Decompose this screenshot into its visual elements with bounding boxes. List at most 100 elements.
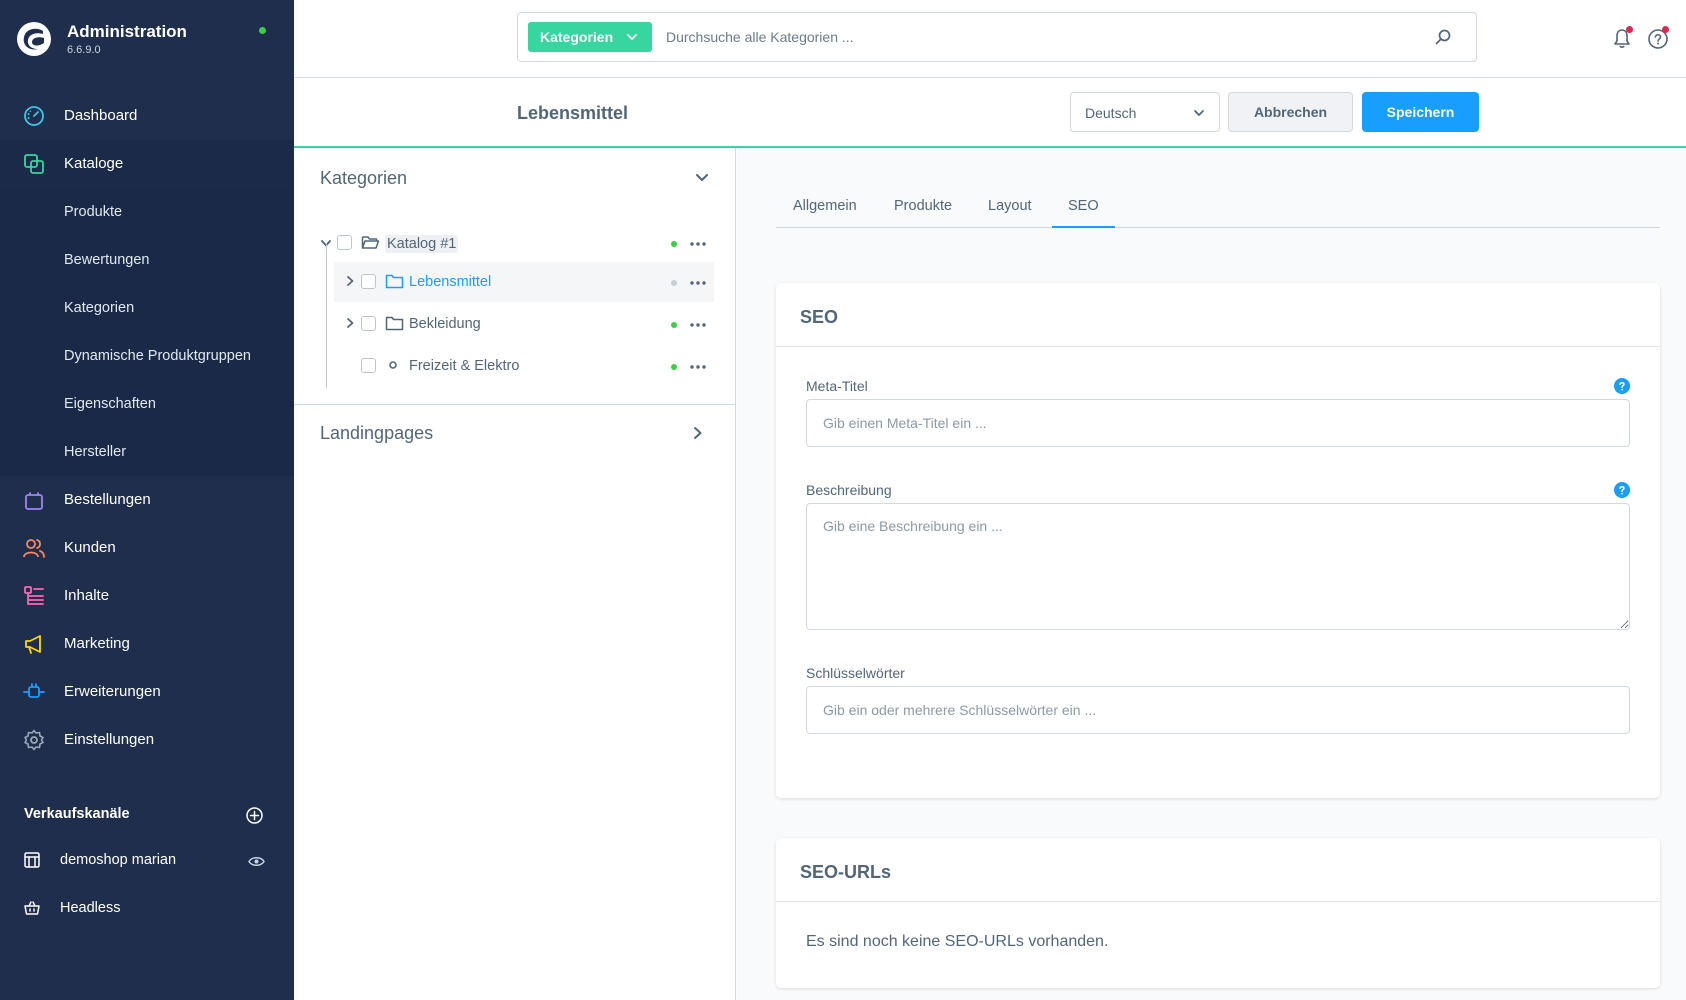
tree-checkbox[interactable] bbox=[361, 358, 376, 373]
chevron-down-icon bbox=[696, 174, 708, 181]
sales-channel-label: demoshop marian bbox=[60, 852, 177, 868]
dashboard-gauge-icon bbox=[24, 106, 44, 126]
tree-item-root[interactable]: Katalog #1 bbox=[320, 224, 714, 264]
nav-item-marketing[interactable]: Marketing bbox=[0, 620, 294, 668]
status-inactive-dot bbox=[671, 280, 677, 286]
description-textarea[interactable] bbox=[806, 503, 1630, 630]
status-active-dot bbox=[671, 364, 677, 370]
sales-channels-heading: Verkaufskanäle bbox=[24, 806, 130, 822]
categories-panel-header[interactable]: Kategorien bbox=[294, 148, 736, 208]
card-divider bbox=[776, 346, 1660, 347]
nav-label-bestellungen: Bestellungen bbox=[64, 491, 151, 508]
keywords-input[interactable] bbox=[806, 686, 1630, 734]
catalog-icon bbox=[24, 154, 44, 174]
nav-sub-produkte[interactable]: Produkte bbox=[64, 204, 122, 220]
shopware-logo-icon bbox=[17, 22, 51, 56]
nav-label-erweiterungen: Erweiterungen bbox=[64, 683, 161, 700]
language-select[interactable]: Deutsch bbox=[1070, 92, 1220, 132]
basket-icon bbox=[24, 901, 40, 915]
help-tooltip-icon[interactable] bbox=[1614, 378, 1630, 394]
leaf-node-icon bbox=[389, 361, 397, 369]
page-title: Lebensmittel bbox=[517, 103, 629, 123]
gear-icon bbox=[24, 729, 44, 751]
detail-tabs: Allgemein Produkte Layout SEO bbox=[776, 186, 1660, 228]
chevron-right-icon[interactable] bbox=[344, 275, 356, 287]
more-options-icon[interactable] bbox=[690, 281, 706, 285]
nav-sub-dynamische-produktgruppen[interactable]: Dynamische Produktgruppen bbox=[64, 348, 251, 364]
main-content: Allgemein Produkte Layout SEO SEO Meta-T… bbox=[737, 148, 1686, 1000]
keywords-label: Schlüsselwörter bbox=[806, 665, 905, 681]
search-input[interactable] bbox=[666, 26, 1406, 48]
nav-label-dashboard: Dashboard bbox=[64, 107, 138, 124]
brand-header[interactable]: Administration 6.6.9.0 bbox=[0, 0, 294, 82]
nav-item-erweiterungen[interactable]: Erweiterungen bbox=[0, 668, 294, 716]
tree-item-label: Bekleidung bbox=[409, 316, 481, 332]
top-header: Kategorien bbox=[294, 0, 1686, 78]
app-title: Administration bbox=[67, 22, 187, 41]
more-options-icon[interactable] bbox=[690, 323, 706, 327]
nav-sub-hersteller[interactable]: Hersteller bbox=[64, 444, 126, 460]
tab-allgemein[interactable]: Allgemein bbox=[793, 198, 857, 214]
global-search: Kategorien bbox=[517, 12, 1477, 62]
cancel-button[interactable]: Abbrechen bbox=[1228, 92, 1353, 132]
meta-title-input[interactable] bbox=[806, 399, 1630, 447]
nav-sub-eigenschaften[interactable]: Eigenschaften bbox=[64, 396, 156, 412]
tree-item-bekleidung[interactable]: Bekleidung bbox=[334, 304, 714, 344]
megaphone-icon bbox=[25, 635, 41, 654]
search-type-dropdown[interactable]: Kategorien bbox=[528, 22, 652, 52]
sales-channel-headless[interactable]: Headless bbox=[0, 889, 294, 929]
users-icon bbox=[23, 539, 45, 558]
language-select-value: Deutsch bbox=[1085, 105, 1137, 121]
tree-item-lebensmittel[interactable]: Lebensmittel bbox=[334, 262, 714, 302]
smart-bar: Lebensmittel Deutsch Abbrechen Speichern bbox=[294, 78, 1686, 148]
landingpages-panel-header[interactable]: Landingpages bbox=[294, 405, 736, 465]
eye-icon[interactable] bbox=[248, 853, 265, 870]
nav-item-kunden[interactable]: Kunden bbox=[0, 524, 294, 572]
nav-sub-bewertungen[interactable]: Bewertungen bbox=[64, 252, 149, 268]
tree-item-freizeit-elektro[interactable]: Freizeit & Elektro bbox=[334, 346, 714, 386]
seo-urls-card: SEO-URLs Es sind noch keine SEO-URLs vor… bbox=[776, 838, 1660, 988]
shopping-bag-icon bbox=[25, 492, 43, 510]
seo-card: SEO Meta-Titel Beschreibung Schlüsselwör… bbox=[776, 283, 1660, 798]
search-icon[interactable] bbox=[1433, 27, 1453, 47]
chevron-right-icon[interactable] bbox=[344, 317, 356, 329]
nav-sub-kategorien[interactable]: Kategorien bbox=[64, 300, 134, 316]
add-sales-channel-icon[interactable] bbox=[246, 807, 263, 824]
folder-icon bbox=[385, 316, 404, 331]
online-status-dot bbox=[259, 27, 266, 34]
tree-checkbox[interactable] bbox=[337, 235, 352, 250]
more-options-icon[interactable] bbox=[690, 365, 706, 369]
tree-checkbox[interactable] bbox=[361, 316, 376, 331]
tree-checkbox[interactable] bbox=[361, 274, 376, 289]
more-options-icon[interactable] bbox=[690, 242, 706, 246]
status-active-dot bbox=[671, 241, 677, 247]
help-tooltip-icon[interactable] bbox=[1614, 482, 1630, 498]
save-button[interactable]: Speichern bbox=[1362, 92, 1479, 132]
tab-seo[interactable]: SEO bbox=[1068, 198, 1099, 214]
content-list-icon bbox=[24, 586, 44, 605]
nav-item-kataloge[interactable]: Kataloge bbox=[0, 140, 294, 188]
nav-label-inhalte: Inhalte bbox=[64, 587, 110, 604]
landingpages-heading: Landingpages bbox=[320, 423, 434, 443]
nav-item-bestellungen[interactable]: Bestellungen bbox=[0, 476, 294, 524]
sales-channel-label: Headless bbox=[60, 900, 121, 916]
categories-heading: Kategorien bbox=[320, 168, 408, 188]
chevron-right-icon bbox=[694, 427, 702, 439]
nav-label-kataloge: Kataloge bbox=[64, 155, 124, 172]
seo-urls-empty-message: Es sind noch keine SEO-URLs vorhanden. bbox=[806, 933, 1109, 950]
meta-title-label: Meta-Titel bbox=[806, 378, 868, 394]
tree-connector-line bbox=[326, 244, 327, 388]
search-type-label: Kategorien bbox=[540, 29, 614, 45]
sales-channel-demoshop[interactable]: demoshop marian bbox=[0, 841, 294, 881]
category-tree-panel: Kategorien Katalog #1 Lebensmittel Bekle… bbox=[294, 148, 736, 1000]
tab-produkte[interactable]: Produkte bbox=[894, 198, 952, 214]
active-tab-indicator bbox=[1052, 226, 1115, 228]
chevron-down-icon bbox=[627, 34, 637, 40]
card-divider bbox=[776, 901, 1660, 902]
tab-layout[interactable]: Layout bbox=[988, 198, 1032, 214]
nav-item-dashboard[interactable]: Dashboard bbox=[0, 92, 294, 140]
tree-item-label: Katalog #1 bbox=[385, 235, 459, 253]
folder-open-icon bbox=[361, 236, 380, 249]
nav-item-einstellungen[interactable]: Einstellungen bbox=[0, 716, 294, 764]
nav-item-inhalte[interactable]: Inhalte bbox=[0, 572, 294, 620]
